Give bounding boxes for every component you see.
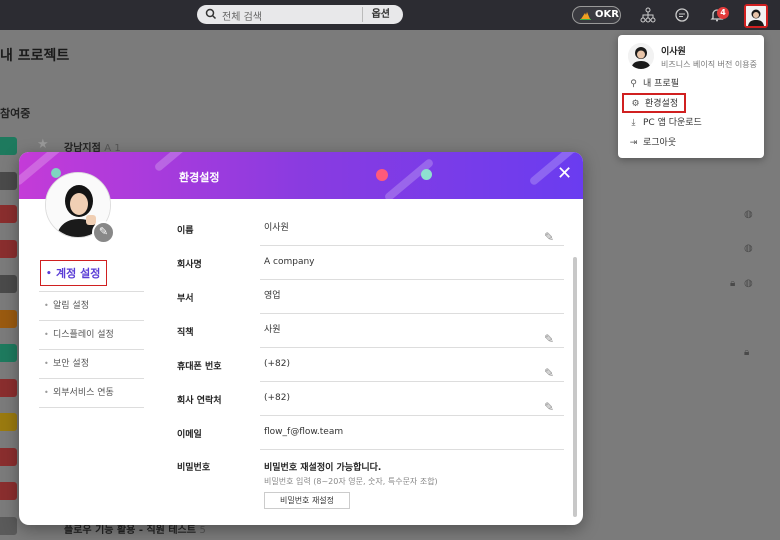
chat-icon[interactable] [674,7,690,23]
menu-item-logout[interactable]: ⇥ 로그아웃 [628,135,676,151]
nav-notification-settings[interactable]: 알림 설정 [39,292,144,321]
avatar [746,6,766,26]
company-field: A company [260,246,564,280]
nav-external-service[interactable]: 외부서비스 연동 [39,379,144,408]
close-icon[interactable]: ✕ [557,165,572,183]
edit-photo-icon[interactable]: ✎ [92,221,115,244]
field-label: 이메일 [177,430,202,440]
nav-security-settings[interactable]: 보안 설정 [39,350,144,379]
field-label: 회사 연락처 [177,396,222,406]
department-field: 영업 [260,280,564,314]
okr-label: OKR [595,9,619,20]
password-reset-button[interactable]: 비밀번호 재설정 [264,492,350,509]
field-row-position: 직책 사원 ✎ [177,314,564,348]
project-color-chip [0,482,17,500]
okr-button[interactable]: OKR [572,6,621,24]
menu-item-pc-app-download[interactable]: ⤓ PC 앱 다운로드 [628,115,702,131]
project-color-chip [0,172,17,190]
email-field: flow_f@flow.team [260,416,564,450]
field-label: 휴대폰 번호 [177,362,222,372]
profile-avatar-button[interactable] [744,4,768,28]
field-row-mobile: 휴대폰 번호 (+82) ✎ [177,348,564,382]
project-color-chip [0,275,17,293]
project-color-chip [0,517,17,535]
mobile-field[interactable]: (+82) ✎ [260,348,564,382]
globe-icon: ◍ [744,278,753,289]
org-chart-icon[interactable] [640,7,656,23]
search-icon [205,8,217,20]
modal-title: 환경설정 [179,171,220,184]
search-input[interactable]: 전체 검색 [222,8,262,23]
password-status: 비밀번호 재설정이 가능합니다. [264,463,382,473]
project-color-chip [0,379,17,397]
field-row-name: 이름 이사원 ✎ [177,212,564,246]
field-row-department: 부서 영업 [177,280,564,314]
globe-icon: ◍ [744,243,753,254]
project-color-chip [0,310,17,328]
lock-icon: 🔒︎ [744,347,750,358]
account-fields: 이름 이사원 ✎ 회사명 A company 부서 영업 직책 사원 ✎ 휴대폰 번… [177,212,564,509]
download-icon: ⤓ [631,118,636,128]
top-bar: 전체 검색 옵션 OKR 4 [0,0,780,30]
okr-flag-icon [580,12,591,20]
position-field[interactable]: 사원 ✎ [260,314,564,348]
password-hint: 비밀번호 입력 (8~20자 영문, 숫자, 특수문자 조합) [264,477,438,486]
star-icon[interactable]: ★ [37,137,49,152]
field-row-company-phone: 회사 연락처 (+82) ✎ [177,382,564,416]
nav-display-settings[interactable]: 디스플레이 설정 [39,321,144,350]
person-icon: ⚲ [630,79,637,89]
dropdown-avatar [628,43,654,69]
project-color-chip [0,137,17,155]
field-label: 회사명 [177,260,202,270]
scrollbar[interactable] [573,257,577,517]
password-section: 비밀번호 비밀번호 재설정이 가능합니다. 비밀번호 입력 (8~20자 영문,… [177,450,564,514]
dropdown-plan-text: 비즈니스 베이직 버전 이용중 [661,60,757,69]
dropdown-user-name: 이사원 [661,47,686,57]
profile-dropdown: 이사원 비즈니스 베이직 버전 이용중 ⚲ 내 프로필 ⚙ 환경설정 ⤓ PC 앱 다… [618,35,764,158]
gear-icon: ⚙ [631,99,640,109]
project-color-chip [0,448,17,466]
field-label: 이름 [177,226,194,236]
lock-icon: 🔒︎ [730,278,736,289]
search-bar[interactable]: 전체 검색 옵션 [197,5,403,24]
name-field[interactable]: 이사원 ✎ [260,212,564,246]
logout-icon: ⇥ [629,138,638,148]
field-label: 비밀번호 [177,463,211,473]
project-color-chip [0,205,17,223]
project-color-chip [0,240,17,258]
project-color-chip [0,413,17,431]
menu-item-my-profile[interactable]: ⚲ 내 프로필 [628,76,679,92]
menu-item-settings[interactable]: ⚙ 환경설정 [622,93,687,113]
page-title: 내 프로젝트 [0,48,70,64]
field-row-company: 회사명 A company [177,246,564,280]
search-option-button[interactable]: 옵션 [361,7,399,22]
field-row-email: 이메일 flow_f@flow.team [177,416,564,450]
field-label: 직책 [177,328,194,338]
section-label: 참여중 [0,107,31,120]
settings-modal: 환경설정 ✕ ✎ 계정 설정 알림 설정 디스플레이 설정 보안 설정 외부서비… [19,152,583,525]
project-color-chip [0,344,17,362]
notification-badge: 4 [717,7,729,19]
settings-nav: 계정 설정 알림 설정 디스플레이 설정 보안 설정 외부서비스 연동 [39,260,144,408]
nav-account-settings[interactable]: 계정 설정 [39,260,144,292]
company-phone-field[interactable]: (+82) ✎ [260,382,564,416]
field-label: 부서 [177,294,194,304]
globe-icon: ◍ [744,209,753,220]
